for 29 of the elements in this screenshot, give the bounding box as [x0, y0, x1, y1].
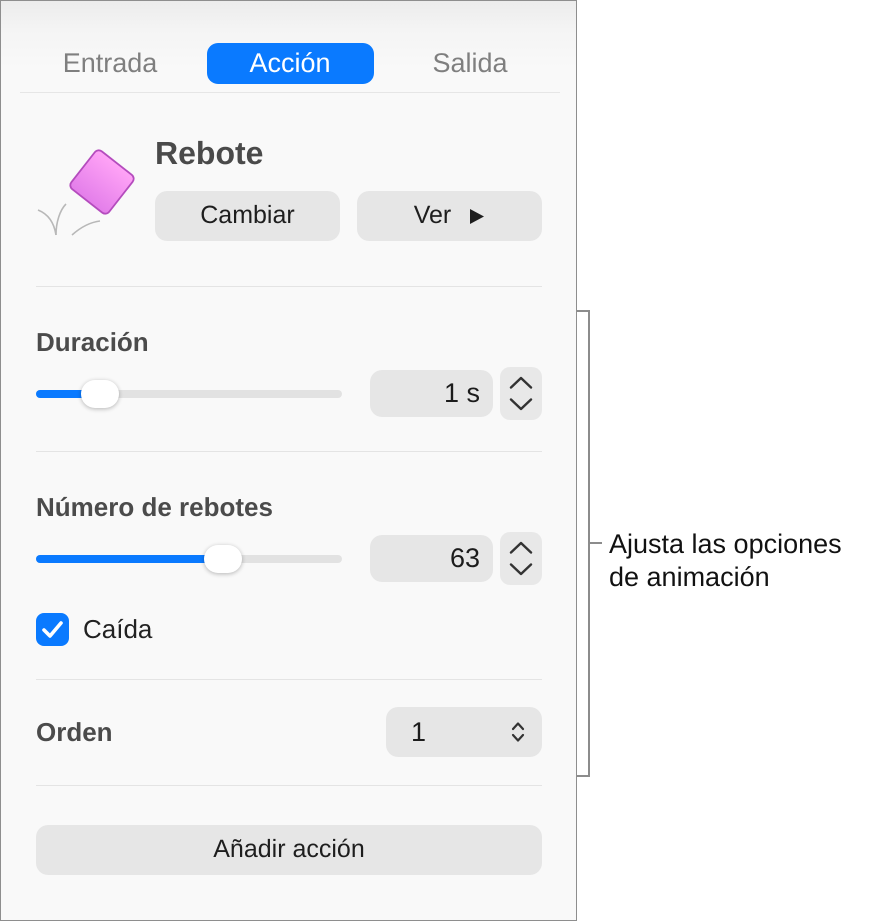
callout-text: Ajusta las opciones de animación	[609, 528, 843, 594]
play-icon	[469, 208, 486, 224]
chevron-down-icon	[509, 563, 533, 576]
checkbox-label: Caída	[83, 614, 152, 645]
order-popup[interactable]: 1	[386, 707, 542, 757]
slider-thumb[interactable]	[204, 544, 242, 572]
add-action-button[interactable]: Añadir acción	[36, 825, 542, 875]
chevron-down-icon	[509, 398, 533, 411]
chevron-up-icon	[509, 541, 533, 554]
slider-label: Número de rebotes	[36, 492, 274, 523]
up-down-chevron-icon	[511, 721, 525, 743]
slider-thumb[interactable]	[81, 380, 120, 408]
tab[interactable]: Salida	[386, 43, 554, 84]
chevron-up-icon	[509, 376, 533, 389]
effect-title: Rebote	[155, 134, 264, 172]
stepper[interactable]	[500, 367, 542, 420]
play-button[interactable]: Ver	[357, 191, 542, 241]
slider-label: Duración	[36, 327, 150, 358]
tab[interactable]: Entrada	[26, 43, 194, 84]
slider-track[interactable]	[36, 544, 342, 572]
checkmark-icon	[42, 621, 63, 638]
stepper[interactable]	[500, 532, 542, 585]
tab[interactable]: Acción	[206, 43, 374, 84]
slider-track[interactable]	[36, 380, 342, 408]
checkbox[interactable]	[36, 613, 69, 646]
value-field[interactable]: 1 s	[370, 370, 493, 417]
change-button[interactable]: Cambiar	[155, 191, 340, 241]
order-label: Orden	[36, 716, 113, 748]
value-field[interactable]: 63	[370, 535, 493, 582]
